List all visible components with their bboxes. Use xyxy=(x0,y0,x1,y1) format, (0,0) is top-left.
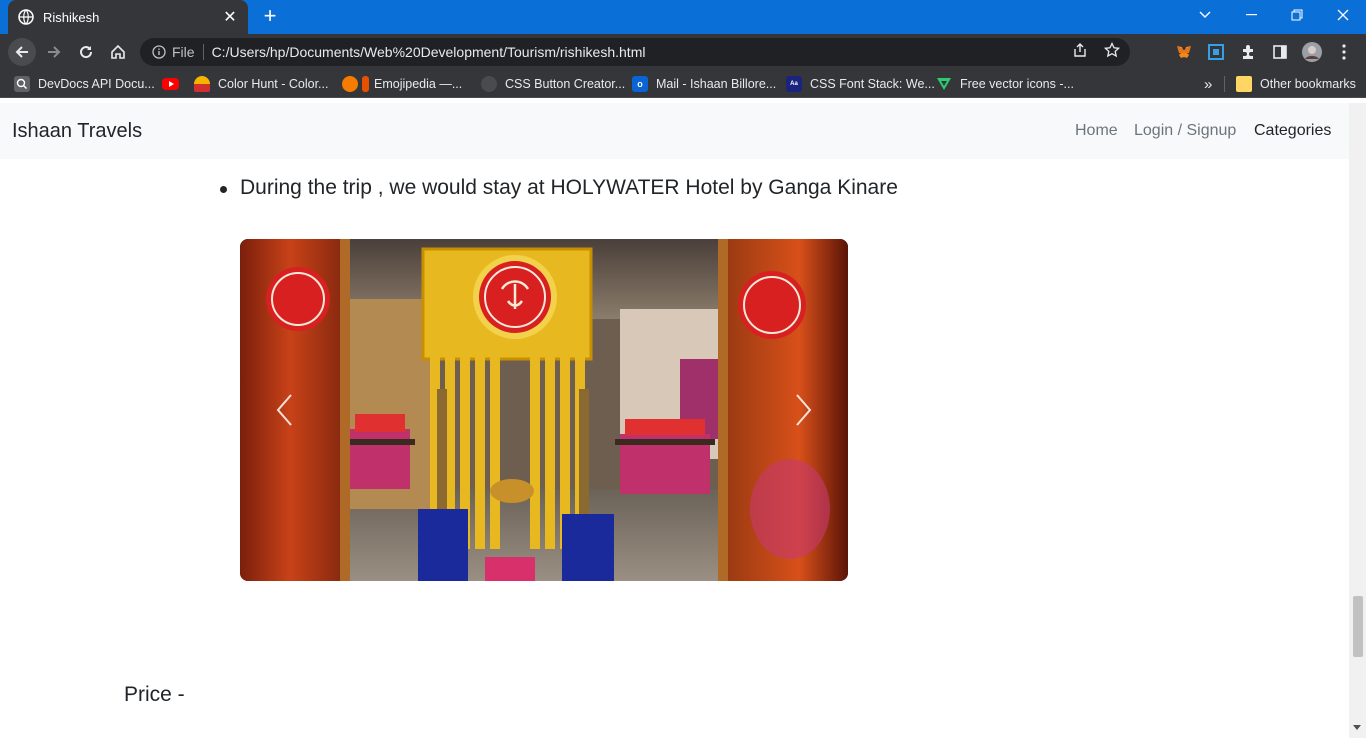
carousel-next-button[interactable] xyxy=(758,239,848,581)
carousel-prev-button[interactable] xyxy=(240,239,330,581)
close-window-button[interactable] xyxy=(1320,0,1366,30)
browser-toolbar: File C:/Users/hp/Documents/Web%20Develop… xyxy=(0,34,1366,70)
home-button[interactable] xyxy=(104,38,132,66)
bookmark-css-font-stack[interactable]: Aa CSS Font Stack: We... xyxy=(786,75,935,93)
other-bookmarks[interactable]: Other bookmarks xyxy=(1236,75,1356,93)
emojipedia-icon xyxy=(342,76,358,92)
globe-icon xyxy=(18,9,34,25)
bookmarks-overflow-button[interactable]: » xyxy=(1204,75,1212,93)
scroll-down-arrow-icon[interactable] xyxy=(1353,725,1361,730)
bookmark-label: Color Hunt - Color... xyxy=(218,77,329,91)
nav-login-signup[interactable]: Login / Signup xyxy=(1134,122,1236,140)
fontstack-icon: Aa xyxy=(786,76,802,92)
bookmark-outlook-mail[interactable]: o Mail - Ishaan Billore... xyxy=(632,75,776,93)
devdocs-icon xyxy=(14,76,30,92)
site-brand[interactable]: Ishaan Travels xyxy=(12,120,142,143)
nav-home[interactable]: Home xyxy=(1075,122,1118,140)
other-bookmarks-label: Other bookmarks xyxy=(1260,77,1356,91)
back-button[interactable] xyxy=(8,38,36,66)
restore-button[interactable] xyxy=(1274,0,1320,30)
share-icon[interactable] xyxy=(1070,40,1090,60)
side-panel-icon[interactable] xyxy=(1270,42,1290,62)
metamask-icon[interactable] xyxy=(1174,42,1194,62)
bookmarks-divider xyxy=(1224,76,1225,92)
address-bar[interactable]: File C:/Users/hp/Documents/Web%20Develop… xyxy=(140,38,1130,66)
bullet-dot xyxy=(220,185,227,193)
bookmark-label: CSS Button Creator... xyxy=(505,77,626,91)
arrow-left-icon xyxy=(15,46,28,58)
new-tab-button[interactable]: + xyxy=(258,5,282,29)
hotel-carousel xyxy=(240,239,848,581)
youtube-icon xyxy=(162,78,179,90)
reload-button[interactable] xyxy=(72,38,100,66)
css-button-icon xyxy=(481,76,497,92)
emojipedia-secondary-icon xyxy=(362,76,369,92)
folder-icon xyxy=(1236,76,1252,92)
bookmark-devdocs[interactable]: DevDocs API Docu... xyxy=(14,75,155,93)
bookmark-label: Free vector icons -... xyxy=(960,77,1074,91)
outlook-icon: o xyxy=(632,76,648,92)
page-viewport: Ishaan Travels Home Login / Signup Categ… xyxy=(0,103,1349,738)
tab-search-button[interactable] xyxy=(1182,0,1228,30)
forward-button[interactable] xyxy=(40,38,68,66)
reload-icon xyxy=(80,46,93,59)
bookmark-star-icon[interactable] xyxy=(1102,40,1122,60)
site-navbar: Ishaan Travels Home Login / Signup Categ… xyxy=(0,103,1349,159)
bookmark-label: Mail - Ishaan Billore... xyxy=(656,77,777,91)
menu-kebab-icon[interactable] xyxy=(1334,42,1354,62)
bookmark-label: Emojipedia —... xyxy=(374,77,463,91)
stay-list-item: During the trip , we would stay at HOLYW… xyxy=(220,176,898,200)
bookmark-youtube[interactable] xyxy=(162,75,187,93)
tab-close-icon[interactable]: ✕ xyxy=(222,7,238,27)
bookmark-label: DevDocs API Docu... xyxy=(38,77,155,91)
browser-titlebar: Rishikesh ✕ + xyxy=(0,0,1366,34)
scrollbar-thumb[interactable] xyxy=(1353,596,1363,657)
url-text[interactable]: C:/Users/hp/Documents/Web%20Development/… xyxy=(212,44,646,60)
bookmark-flaticon[interactable]: Free vector icons -... xyxy=(936,75,1074,93)
bookmark-label: CSS Font Stack: We... xyxy=(810,77,935,91)
nav-categories[interactable]: Categories xyxy=(1254,122,1331,140)
colorhunt-icon xyxy=(194,76,210,92)
tab-title: Rishikesh xyxy=(43,9,100,25)
screenshot-extension-icon[interactable] xyxy=(1206,42,1226,62)
omnibox-divider xyxy=(202,44,204,60)
flaticon-icon xyxy=(936,76,952,92)
extensions-puzzle-icon[interactable] xyxy=(1238,42,1258,62)
page-scrollbar[interactable] xyxy=(1349,103,1366,738)
browser-tab[interactable]: Rishikesh ✕ xyxy=(8,0,248,34)
bookmarks-bar: DevDocs API Docu... Color Hunt - Color..… xyxy=(0,70,1366,98)
bookmark-emojipedia[interactable]: Emojipedia —... xyxy=(342,75,462,93)
home-icon xyxy=(111,44,125,59)
stay-text: During the trip , we would stay at HOLYW… xyxy=(240,176,898,199)
minimize-button[interactable] xyxy=(1228,0,1274,30)
info-icon xyxy=(152,45,166,59)
chevron-left-icon xyxy=(276,394,292,426)
chevron-right-icon xyxy=(796,394,812,426)
hotel-restaurant-image xyxy=(240,239,848,581)
arrow-right-icon xyxy=(48,46,61,58)
price-heading: Price - xyxy=(124,683,185,706)
bookmark-css-button-creator[interactable]: CSS Button Creator... xyxy=(481,75,625,93)
bookmark-colorhunt[interactable]: Color Hunt - Color... xyxy=(194,75,328,93)
scheme-label: File xyxy=(172,44,195,60)
profile-avatar[interactable] xyxy=(1302,42,1322,62)
